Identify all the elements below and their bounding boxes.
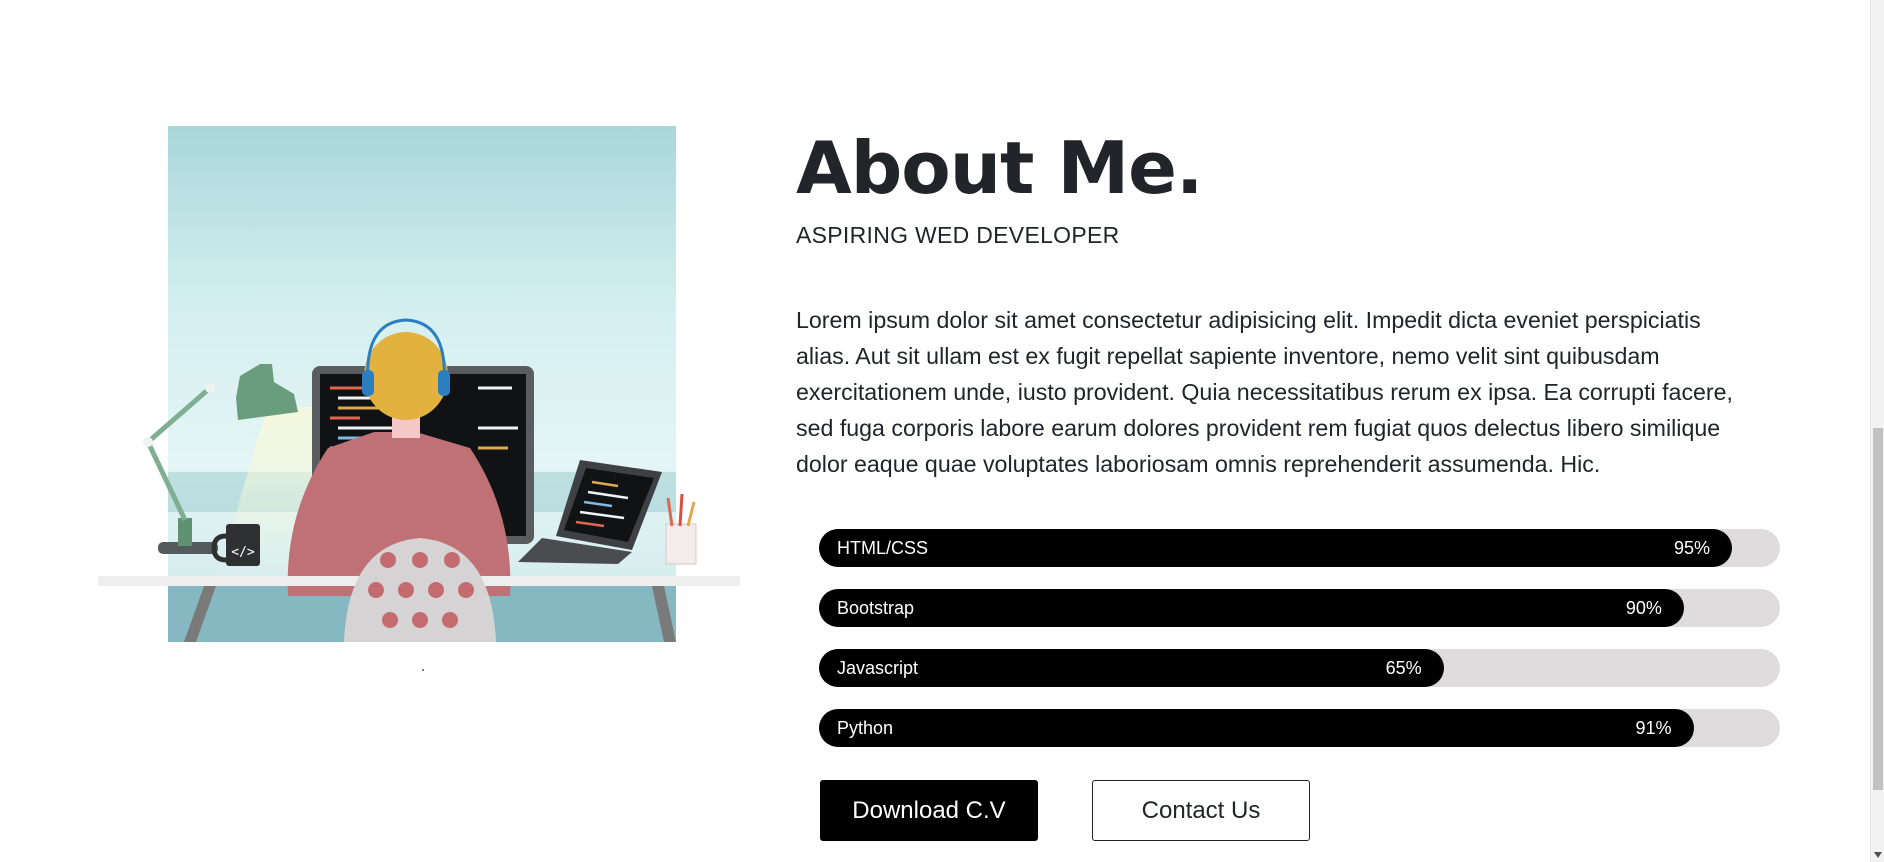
- developer-illustration: </>: [98, 126, 740, 672]
- skill-bar: Python 91%: [819, 709, 1780, 747]
- developer-at-desk-icon: </>: [98, 126, 740, 671]
- skill-name: Javascript: [837, 658, 919, 678]
- skill-bar: HTML/CSS 95%: [819, 529, 1780, 567]
- download-cv-button[interactable]: Download C.V: [820, 780, 1038, 841]
- scroll-down-arrow-icon[interactable]: [1874, 852, 1882, 858]
- skills-list: HTML/CSS 95% Bootstrap 90% Javascript 65…: [819, 529, 1780, 769]
- about-description: Lorem ipsum dolor sit amet consectetur a…: [796, 307, 1733, 477]
- skill-percent: 91%: [1635, 718, 1672, 738]
- subtitle: ASPIRING WED DEVELOPER: [796, 222, 1120, 248]
- skill-percent: 90%: [1625, 598, 1662, 618]
- page-scrollbar[interactable]: [1870, 0, 1884, 862]
- contact-us-button[interactable]: Contact Us: [1092, 780, 1310, 841]
- skill-name: Python: [837, 718, 894, 738]
- skill-percent: 65%: [1385, 658, 1422, 678]
- skill-bar-fill: [819, 529, 1732, 567]
- skill-bar: Javascript 65%: [819, 649, 1780, 687]
- mug-code-label: </>: [231, 545, 255, 560]
- scrollbar-thumb[interactable]: [1873, 428, 1883, 790]
- skill-percent: 95%: [1673, 538, 1710, 558]
- skill-bar: Bootstrap 90%: [819, 589, 1780, 627]
- skill-bar-fill: [819, 709, 1694, 747]
- skill-name: Bootstrap: [837, 598, 915, 618]
- page-title: About Me.: [796, 126, 1203, 210]
- skill-bar-fill: [819, 589, 1684, 627]
- skill-name: HTML/CSS: [837, 538, 929, 558]
